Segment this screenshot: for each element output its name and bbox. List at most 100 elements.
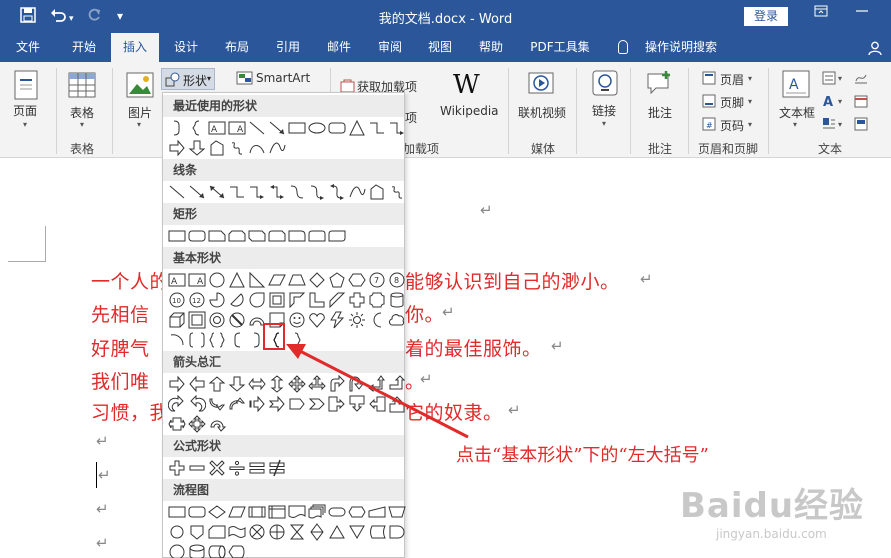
sun-shape-icon[interactable] [348,311,366,329]
snip-corner-rectangle-shape-icon[interactable] [208,227,226,245]
flowchart-direct-access-storage-shape-icon[interactable] [208,543,226,558]
drop-cap-caret-icon[interactable]: ▾ [838,120,842,129]
elbow-arrow-connector-shape-icon[interactable] [248,183,266,201]
diamond-shape-icon[interactable] [308,271,326,289]
flowchart-extract-shape-icon[interactable] [328,523,346,541]
flowchart-punched-tape-shape-icon[interactable] [228,523,246,541]
share-user-icon[interactable] [868,41,882,55]
link-caret-icon[interactable]: ▾ [602,119,606,128]
decagon-shape-icon[interactable]: 10 [168,291,186,309]
up-arrow-shape-icon[interactable] [208,375,226,393]
drop-cap-icon[interactable] [822,117,836,131]
arc-shape-icon[interactable] [248,139,266,157]
heart-shape-icon[interactable] [308,311,326,329]
curved-right-arrow-shape-icon[interactable] [168,395,186,413]
doc-line-1[interactable]: 一个人的 [91,267,169,294]
half-frame-shape-icon[interactable] [288,291,306,309]
no-symbol-shape-icon[interactable] [228,311,246,329]
doc-line-2-tail[interactable]: 你。 [405,300,444,327]
flowchart-process-shape-icon[interactable] [168,503,186,521]
table-icon[interactable] [68,72,96,98]
triangle-shape-icon[interactable] [348,119,366,137]
tab-layout[interactable]: 布局 [214,33,260,62]
header-icon[interactable] [702,71,716,85]
quad-arrow-callout-shape-icon[interactable] [188,415,206,433]
flowchart-manual-input-shape-icon[interactable] [368,503,386,521]
date-time-icon[interactable] [854,94,868,108]
header-caret-icon[interactable]: ▾ [748,74,752,83]
plaque-shape-icon[interactable] [368,291,386,309]
right-triangle-shape-icon[interactable] [248,271,266,289]
signature-line-icon[interactable] [854,71,868,85]
can-shape-icon[interactable] [388,291,406,309]
flowchart-stored-data-shape-icon[interactable] [368,523,386,541]
smiley-face-shape-icon[interactable] [288,311,306,329]
striped-right-arrow-shape-icon[interactable] [248,395,266,413]
flowchart-multidocument-shape-icon[interactable] [308,503,326,521]
down-arrow-shape-icon[interactable] [228,375,246,393]
table-button[interactable]: 表格 [70,104,94,121]
elbow-arrow-connector-shape-icon[interactable] [388,119,406,137]
minus-shape-icon[interactable] [188,459,206,477]
left-brace-shape-icon[interactable] [188,119,206,137]
cloud-shape-icon[interactable] [388,311,406,329]
textbox-button[interactable]: 文本框 [779,104,815,121]
flowchart-predefined-process-shape-icon[interactable] [248,503,266,521]
tab-mailings[interactable]: 邮件 [316,33,362,62]
rectangle-shape-icon[interactable] [168,227,186,245]
flowchart-terminator-shape-icon[interactable] [328,503,346,521]
doc-line-5-tail[interactable]: 它的奴隶。 [405,398,503,425]
tab-design[interactable]: 设计 [163,33,209,62]
wikipedia-icon[interactable]: W [453,70,480,100]
link-icon[interactable] [592,70,618,96]
arc-shape-icon[interactable] [168,331,186,349]
trapezoid-shape-icon[interactable] [288,271,306,289]
tab-pdf-tools[interactable]: PDF工具集 [522,33,598,62]
textbox-icon[interactable]: A [782,70,810,98]
textbox-shape-icon[interactable]: A [168,271,186,289]
double-arrow-line-shape-icon[interactable] [208,183,226,201]
elbow-double-arrow-connector-shape-icon[interactable] [268,183,286,201]
new-comment-icon[interactable] [646,70,674,96]
vertical-textbox-shape-icon[interactable]: A [228,119,246,137]
doc-line-2[interactable]: 先相信 [91,300,150,327]
tab-file[interactable]: 文件 [6,33,50,62]
flowchart-sequential-access-storage-shape-icon[interactable] [168,543,186,558]
curved-double-arrow-connector-shape-icon[interactable] [328,183,346,201]
line-shape-icon[interactable] [248,119,266,137]
chord-shape-icon[interactable] [228,291,246,309]
right-arrow-callout-shape-icon[interactable] [328,395,346,413]
down-arrow-shape-icon[interactable] [188,139,206,157]
rounded-rectangle-shape-icon[interactable] [328,119,346,137]
doc-line-1-tail[interactable]: 能够认识到自己的渺小。 [405,267,620,294]
freeform-shape-icon[interactable] [368,183,386,201]
quad-arrow-shape-icon[interactable] [288,375,306,393]
flowchart-connector-shape-icon[interactable] [168,523,186,541]
wordart-icon[interactable]: A [822,94,836,108]
curved-down-arrow-shape-icon[interactable] [228,395,246,413]
rounded-rectangle-shape-icon[interactable] [188,227,206,245]
left-right-arrow-callout-shape-icon[interactable] [168,415,186,433]
wordart-caret-icon[interactable]: ▾ [838,97,842,106]
left-arrow-callout-shape-icon[interactable] [368,395,386,413]
store-icon[interactable] [340,78,355,93]
flowchart-or-shape-icon[interactable] [268,523,286,541]
moon-shape-icon[interactable] [368,311,386,329]
page-number-caret-icon[interactable]: ▾ [748,120,752,129]
plus-shape-icon[interactable] [168,459,186,477]
pentagon-shape-icon[interactable] [328,271,346,289]
flowchart-preparation-shape-icon[interactable] [348,503,366,521]
notched-right-arrow-shape-icon[interactable] [268,395,286,413]
bent-arrow-shape-icon[interactable] [328,375,346,393]
oval-shape-icon[interactable] [308,119,326,137]
cross-shape-icon[interactable] [348,291,366,309]
pictures-button[interactable]: 图片 [128,104,152,121]
shapes-button[interactable]: 形状 ▾ [161,68,215,90]
bevel-shape-icon[interactable] [188,311,206,329]
tab-references[interactable]: 引用 [265,33,311,62]
doc-line-5[interactable]: 习惯，我 [91,398,169,425]
flowchart-collate-shape-icon[interactable] [288,523,306,541]
double-brace-shape-icon[interactable] [208,331,226,349]
smartart-icon[interactable] [236,71,253,85]
flowchart-data-shape-icon[interactable] [228,503,246,521]
